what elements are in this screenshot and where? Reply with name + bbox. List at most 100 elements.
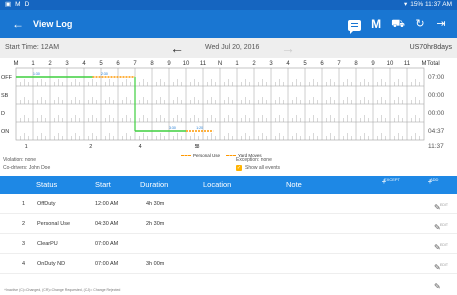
hour-label: 4 <box>286 61 290 67</box>
edit-label: EDIT <box>440 263 448 267</box>
hour-label: M <box>14 61 19 67</box>
hour-label: 2 <box>252 61 256 67</box>
hour-label: 3 <box>269 61 273 67</box>
row-duration: 2h 30m <box>146 221 165 227</box>
header-location: Location <box>203 180 232 189</box>
row-status: OffDuty <box>37 201 56 207</box>
status-icon-m: M <box>15 1 21 8</box>
row-start: 07:00 AM <box>95 261 119 267</box>
refresh-icon[interactable]: ↻ <box>414 16 426 32</box>
row-status: ClearPU <box>37 241 58 247</box>
pencil-icon: ✎ <box>434 282 441 291</box>
hour-label: N <box>218 61 222 67</box>
row-duration: 4h 30m <box>146 201 165 207</box>
header-status: Status <box>36 180 58 189</box>
violation-text: Violation: none <box>3 157 36 163</box>
hour-label: 11 <box>200 61 207 67</box>
hour-label: 7 <box>133 61 137 67</box>
legend-footnote: +Inactive (C)=Changed, (CR)=Change Reque… <box>4 288 121 292</box>
event-number: 8 <box>196 144 199 150</box>
row-total: 00:00 <box>428 110 445 117</box>
hour-label: 6 <box>320 61 324 67</box>
status-icon-d: D <box>24 1 30 8</box>
add-exception-button[interactable]: + EXCEPT <box>372 177 400 186</box>
wifi-icon: ▾ <box>403 1 408 8</box>
table-row[interactable]: 1 OffDuty 12:00 AM 4h 30m ✎ EDIT <box>0 194 457 214</box>
event-number: 2 <box>89 144 92 150</box>
edit-label: EDIT <box>440 243 448 247</box>
row-label: ON <box>1 129 9 135</box>
show-all-events-toggle[interactable]: ✓ Show all events <box>236 164 280 172</box>
hour-label: 10 <box>387 61 394 67</box>
events-table-header: Status Start Duration Location Note + EX… <box>0 176 457 194</box>
date-bar: Start Time: 12AM ← Wed Jul 20, 2016 → US… <box>0 38 457 58</box>
row-total: 04:37 <box>428 128 445 135</box>
row-number: 4 <box>22 261 26 267</box>
event-number: 4 <box>139 144 142 150</box>
table-row[interactable]: ✎ <box>0 274 457 291</box>
codrivers-text: Co-drivers: John Doe <box>3 165 51 171</box>
checkbox-checked-icon[interactable]: ✓ <box>236 165 242 171</box>
header-note: Note <box>286 180 302 189</box>
row-start: 12:00 AM <box>95 201 119 207</box>
exception-text: Exception: none <box>236 157 272 163</box>
row-status: OnDuty ND <box>37 261 66 267</box>
row-total: 00:00 <box>428 92 445 99</box>
hour-label: 5 <box>303 61 307 67</box>
edit-label: EDIT <box>440 203 448 207</box>
back-arrow-icon[interactable]: ← <box>12 16 24 32</box>
row-number: 3 <box>22 241 26 247</box>
event-label: 3:30 <box>169 126 176 130</box>
hour-label: 4 <box>82 61 86 67</box>
message-icon[interactable] <box>348 19 362 34</box>
table-row[interactable]: 4 OnDuty ND 07:00 AM 3h 00m ✎ EDIT <box>0 254 457 274</box>
hour-label: 2 <box>48 61 52 67</box>
hour-label: 3 <box>65 61 69 67</box>
row-label: D <box>1 111 5 117</box>
header-start: Start <box>95 180 111 189</box>
previous-day-icon[interactable]: ← <box>170 38 184 58</box>
graph-canvas: M 1 2 3 4 5 6 7 8 9 10 11 N 1 2 3 4 5 6 7 8 9 10 11 M TotalOFF 07:… <box>1 61 445 150</box>
truck-icon[interactable]: ⛟ <box>391 16 405 32</box>
event-label: 2:30 <box>101 72 108 76</box>
event-label: 1:20 <box>196 126 203 130</box>
hour-label: 5 <box>99 61 103 67</box>
row-number: 1 <box>22 201 26 207</box>
events-table-body: 1 OffDuty 12:00 AM 4h 30m ✎ EDIT 2 Person… <box>0 194 457 291</box>
row-label: OFF <box>1 75 13 81</box>
header-duration: Duration <box>140 180 169 189</box>
edit-label: EDIT <box>440 223 448 227</box>
row-duration: 3h 00m <box>146 261 165 267</box>
start-time-label: Start Time: 12AM <box>5 44 60 51</box>
log-info: Violation: none Co-drivers: John Doe <box>3 156 50 172</box>
except-label: EXCEPT <box>384 177 401 182</box>
table-row[interactable]: 2 Personal Use 04:30 AM 2h 30m ✎ EDIT <box>0 214 457 234</box>
legend-label: Personal Use <box>193 153 221 158</box>
yard-moves-swatch <box>226 155 236 157</box>
log-date: Wed Jul 20, 2016 <box>205 44 260 51</box>
row-status: Personal Use <box>37 221 71 227</box>
row-label: SB <box>1 93 9 99</box>
cycle-rule: US70hr8days <box>409 44 452 51</box>
m-icon[interactable]: M <box>370 16 382 32</box>
hour-label: 8 <box>150 61 154 67</box>
event-number: 1 <box>25 144 28 150</box>
row-total: 07:00 <box>428 74 445 81</box>
hour-label: M <box>422 61 427 67</box>
battery-time: 15% 11:37 AM <box>410 1 452 8</box>
add-label: ADD <box>430 177 439 182</box>
row-start: 07:00 AM <box>95 241 119 247</box>
table-row[interactable]: 3 ClearPU 07:00 AM ✎ EDIT <box>0 234 457 254</box>
hour-label: 9 <box>167 61 171 67</box>
hour-label: 1 <box>31 61 35 67</box>
hour-label: 7 <box>337 61 341 67</box>
next-day-icon[interactable]: → <box>281 38 295 58</box>
hour-label: 8 <box>354 61 358 67</box>
page-title: View Log <box>33 19 73 29</box>
add-event-button[interactable]: + ADD <box>420 177 440 186</box>
personal-use-swatch <box>181 155 191 157</box>
logout-icon[interactable]: ⇥ <box>435 16 447 32</box>
show-all-label: Show all events <box>245 165 281 171</box>
hour-label: 10 <box>183 61 190 67</box>
event-label: 1:30 <box>33 72 40 76</box>
